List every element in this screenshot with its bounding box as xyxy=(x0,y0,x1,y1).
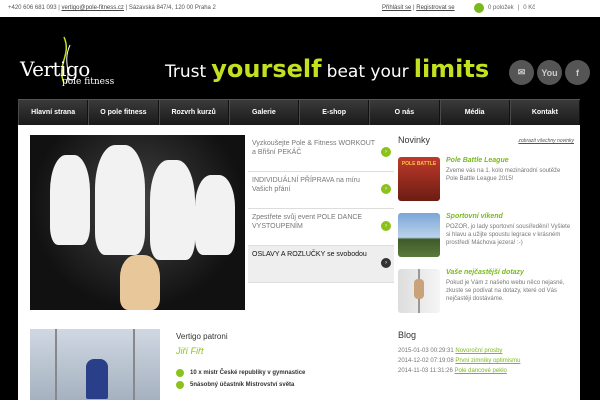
thumb-label: POLE BATTLE xyxy=(401,161,437,167)
patron-section-title: Vertigo patroni xyxy=(176,332,228,341)
nav-item-about-us[interactable]: O nás xyxy=(369,100,440,125)
tagline-part4: limits xyxy=(413,55,490,83)
news-item[interactable]: POLE BATTLE Pole Battle League Zveme vás… xyxy=(398,157,574,203)
tagline-part1: Trust xyxy=(165,62,207,82)
news-item-title[interactable]: Vaše nejčastější dotazy xyxy=(446,269,524,276)
arrow-right-icon[interactable]: › xyxy=(381,184,391,194)
nav-item-gallery[interactable]: Galerie xyxy=(228,100,299,125)
promo-label: OSLAVY A ROZLUČKY se svobodou xyxy=(252,251,367,258)
blog-row: 2014-12-02 07:19:08 První zimníky optimi… xyxy=(398,358,574,368)
tagline: Trust yourself beat your limits xyxy=(165,55,489,83)
promo-item[interactable]: Zpestřete svůj event POLE DANCE VYSTOUPE… xyxy=(248,209,394,246)
blog-date: 2015-01-03 00:29:31 xyxy=(398,348,454,354)
all-news-link[interactable]: zobrazit všechny novinky xyxy=(518,138,574,144)
patron-photo[interactable] xyxy=(30,329,160,400)
promo-label: Vyzkoušejte Pole & Fitness WORKOUT a Bři… xyxy=(252,140,375,156)
bullet-icon xyxy=(176,369,184,377)
arrow-right-icon[interactable]: › xyxy=(381,221,391,231)
promo-label: INDIVIDUÁLNÍ PŘÍPRAVA na míru Vašich přá… xyxy=(252,177,360,193)
fact-text: 10 x mistr České republiky v gymnastice xyxy=(190,370,306,376)
patron-fact: 10 x mistr České republiky v gymnastice xyxy=(176,367,386,379)
bullet-icon xyxy=(176,381,184,389)
address: Sázavská 847/4, 120 00 Praha 2 xyxy=(128,5,216,11)
nav-item-home[interactable]: Hlavní strana xyxy=(18,100,89,125)
blog-date: 2014-11-03 11:31:26 xyxy=(398,368,453,374)
news-thumbnail[interactable] xyxy=(398,269,440,313)
contact-info: +420 606 681 093 | vertigo@pole-fitness.… xyxy=(8,5,216,11)
youtube-icon[interactable]: You xyxy=(537,60,562,85)
phone-number: +420 606 681 093 xyxy=(8,5,57,11)
tagline-part3: beat your xyxy=(326,62,409,82)
promo-item[interactable]: Vyzkoušejte Pole & Fitness WORKOUT a Bři… xyxy=(248,135,394,172)
news-item-text: POZOR, jo lady sportovní sousíředění! Vy… xyxy=(446,224,571,246)
top-utility-bar: +420 606 681 093 | vertigo@pole-fitness.… xyxy=(0,0,600,17)
blog-row: 2014-11-03 11:31:26 Pole dancové peklo xyxy=(398,368,574,378)
blog-date: 2014-12-02 07:19:08 xyxy=(398,358,454,364)
patron-name[interactable]: Jiří Fiřt xyxy=(176,346,204,356)
news-item[interactable]: Vaše nejčastější dotazy Pokud je Vám z n… xyxy=(398,269,574,315)
logo-subtitle: pole fitness xyxy=(62,77,115,87)
news-thumbnail[interactable] xyxy=(398,213,440,257)
blog-title: Blog xyxy=(398,330,417,340)
arrow-right-icon[interactable]: › xyxy=(381,258,391,268)
login-link[interactable]: Přihlásit se xyxy=(382,5,411,11)
promo-label: Zpestřete svůj event POLE DANCE VYSTOUPE… xyxy=(252,214,363,230)
nav-item-media[interactable]: Média xyxy=(439,100,510,125)
mail-icon[interactable]: ✉ xyxy=(509,60,534,85)
facebook-icon[interactable]: f xyxy=(565,60,590,85)
patron-fact: 5násobný účastník Mistrovství světa xyxy=(176,379,386,391)
cart-summary[interactable]: 0 položek | 0 Kč xyxy=(474,3,535,13)
news-item-text: Pokud je Vám z našeho webu něco nejasné,… xyxy=(446,280,565,302)
arrow-right-icon[interactable]: › xyxy=(381,147,391,157)
blog-link[interactable]: Pole dancové peklo xyxy=(455,368,507,374)
email-link[interactable]: vertigo@pole-fitness.cz xyxy=(61,5,123,11)
register-link[interactable]: Registrovat se xyxy=(416,5,454,11)
promo-item-active[interactable]: OSLAVY A ROZLUČKY se svobodou › xyxy=(248,246,394,283)
cart-total: 0 Kč xyxy=(523,5,536,11)
news-thumbnail[interactable]: POLE BATTLE xyxy=(398,157,440,201)
blog-link[interactable]: První zimníky optimismu xyxy=(455,358,520,364)
patron-facts: 10 x mistr České republiky v gymnastice … xyxy=(176,367,386,391)
blog-section: Blog 2015-01-03 00:29:31 Novoroční prosb… xyxy=(398,330,574,378)
tagline-part2: yourself xyxy=(211,55,322,83)
auth-links: Přihlásit se | Registrovat se xyxy=(382,5,455,11)
promo-list: Vyzkoušejte Pole & Fitness WORKOUT a Bři… xyxy=(248,135,394,283)
blog-link[interactable]: Novoroční prosby xyxy=(455,348,502,354)
news-section: Novinky zobrazit všechny novinky POLE BA… xyxy=(398,135,574,313)
news-item-title[interactable]: Pole Battle League xyxy=(446,157,509,164)
blog-row: 2015-01-03 00:29:31 Novoroční prosby xyxy=(398,348,574,358)
hero-image[interactable] xyxy=(30,135,245,310)
nav-item-eshop[interactable]: E-shop xyxy=(299,100,370,125)
cart-items: 0 položek xyxy=(488,5,514,11)
promo-item[interactable]: INDIVIDUÁLNÍ PŘÍPRAVA na míru Vašich přá… xyxy=(248,172,394,209)
news-item[interactable]: Sportovní víkend POZOR, jo lady sportovn… xyxy=(398,213,574,259)
main-nav: Hlavní strana O pole fitness Rozvrh kurz… xyxy=(18,99,580,125)
cart-icon[interactable] xyxy=(474,3,484,13)
nav-item-contact[interactable]: Kontakt xyxy=(509,100,580,125)
fact-text: 5násobný účastník Mistrovství světa xyxy=(190,382,295,388)
main-content: Vyzkoušejte Pole & Fitness WORKOUT a Bři… xyxy=(18,125,580,400)
news-item-title[interactable]: Sportovní víkend xyxy=(446,213,503,220)
nav-item-schedule[interactable]: Rozvrh kurzů xyxy=(158,100,229,125)
news-item-text: Zveme vás na 1. kolo mezinárodní soutěže… xyxy=(446,168,561,182)
logo[interactable]: Vertigo pole fitness xyxy=(20,57,114,87)
nav-item-about-pole[interactable]: O pole fitness xyxy=(88,100,159,125)
site-header: Vertigo pole fitness Trust yourself beat… xyxy=(0,17,600,97)
